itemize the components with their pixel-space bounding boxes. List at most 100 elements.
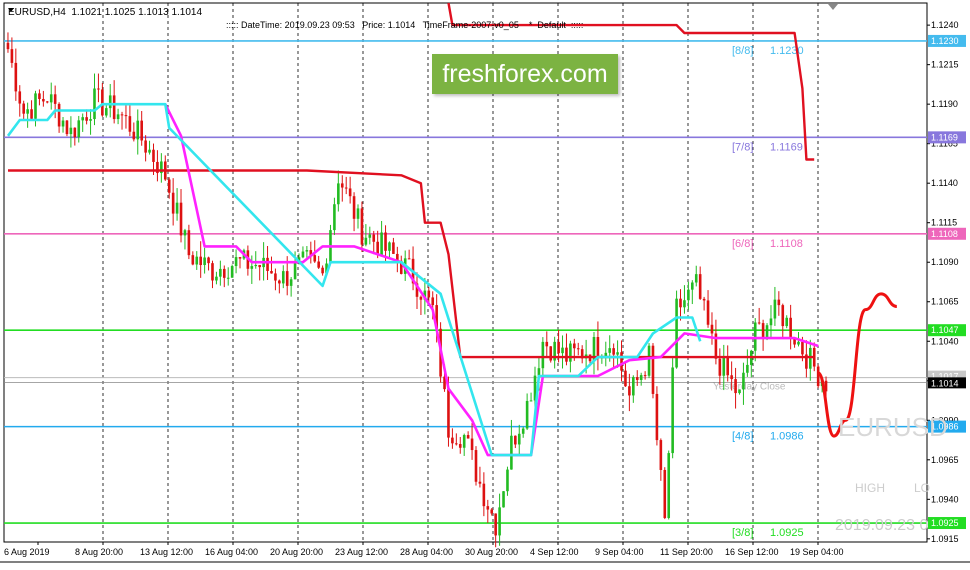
candle-body [797,341,800,345]
candle-body [53,94,57,104]
candle-body [230,266,234,278]
candle-body [61,120,65,127]
y-tick-label: 1.1065 [931,297,959,307]
watermark-low-label: LO [914,481,930,495]
candle-body [388,242,391,251]
candle-body [679,298,682,308]
y-tick-label: 1.1140 [931,178,958,188]
candle-body [537,368,541,376]
candle-body [183,230,187,236]
candle-body [274,273,277,281]
candle-body [663,469,667,518]
candle-body [356,208,360,219]
candle-body [250,266,254,269]
candle-body [140,120,143,141]
candle-body [270,271,273,274]
indicator-info: ::::: DateTime: 2019.09.23 09:53 Price: … [226,20,584,30]
candle-body [222,268,226,278]
candle-body [785,317,789,327]
candle-body [26,109,29,114]
candle-body [474,450,478,482]
candle-body [65,120,69,135]
candle-body [498,507,501,536]
candle-body [596,337,600,359]
candle-body [447,389,450,438]
candle-body [510,435,513,470]
candle-body [219,268,222,277]
candle-body [462,435,466,448]
watermark-datetime: 2019.09.23 0 [835,517,929,534]
candle-body [458,444,462,448]
candle-body [801,341,804,355]
candle-body [506,469,509,492]
candle-body [734,379,737,394]
candle-body [18,91,22,104]
candle-body [81,117,84,121]
candle-body [380,232,383,255]
candle-body [77,120,81,138]
candle-body [769,318,773,326]
candle-body [514,435,517,445]
x-tick-label: 8 Aug 20:00 [75,547,123,557]
candle-body [10,49,14,63]
candle-body [14,62,18,92]
candle-body [486,506,490,510]
candle-body [517,433,521,445]
candle-body [816,366,820,387]
candle-body [671,367,674,454]
candle-body [278,280,281,284]
candle-body [6,42,10,50]
symbol-info: EURUSD,H4 1.1021 1.1025 1.1013 1.1014 [8,7,203,18]
candle-body [45,101,49,103]
candle-body [93,88,96,120]
candle-body [266,257,269,272]
candle-body [561,347,564,354]
x-tick-label: 23 Aug 12:00 [335,547,388,557]
candle-body [144,140,147,153]
candle-body [128,116,132,132]
candle-body [569,343,572,362]
candle-body [710,324,714,334]
candle-body [706,300,710,325]
candle-body [470,438,474,451]
candle-body [22,103,25,114]
candle-body [73,127,77,138]
candle-body [702,298,706,301]
candle-body [541,341,545,369]
candle-body [691,282,694,290]
candle-body [108,95,112,109]
level-value-label: 1.0986 [770,431,804,443]
candle-body [494,513,497,536]
level-value-label: 1.0925 [770,527,804,539]
candle-body [698,274,702,299]
candle-body [620,352,623,371]
x-tick-label: 19 Sep 04:00 [790,547,844,557]
candle-body [136,120,140,140]
x-tick-label: 11 Sep 20:00 [660,547,713,557]
candle-body [576,348,580,350]
candle-body [761,323,765,339]
candle-body [281,271,285,284]
x-tick-label: 6 Aug 2019 [4,547,50,557]
candle-body [529,400,533,402]
candle-body [301,251,305,258]
candle-body [455,443,458,445]
candle-body [718,358,722,376]
candle-body [616,352,619,355]
level-label: [7/8] [732,141,753,153]
x-tick-label: 16 Sep 12:00 [725,547,779,557]
candle-body [69,127,73,135]
candle-body [809,347,812,369]
candle-body [187,230,191,256]
candle-body [765,325,769,339]
x-tick-label: 16 Aug 04:00 [205,547,258,557]
chart-area[interactable]: 6 Aug 2019 8 Aug 20:00 13 Aug 12:00 16 Aug … [0,0,970,565]
candle-body [687,289,690,301]
level-tag-text: 1.1047 [931,325,959,335]
candle-body [57,103,61,127]
candle-body [191,255,195,265]
candle-body [789,317,792,339]
level-value-label: 1.1108 [770,238,803,250]
candle-body [42,98,45,102]
candle-body [372,234,376,242]
